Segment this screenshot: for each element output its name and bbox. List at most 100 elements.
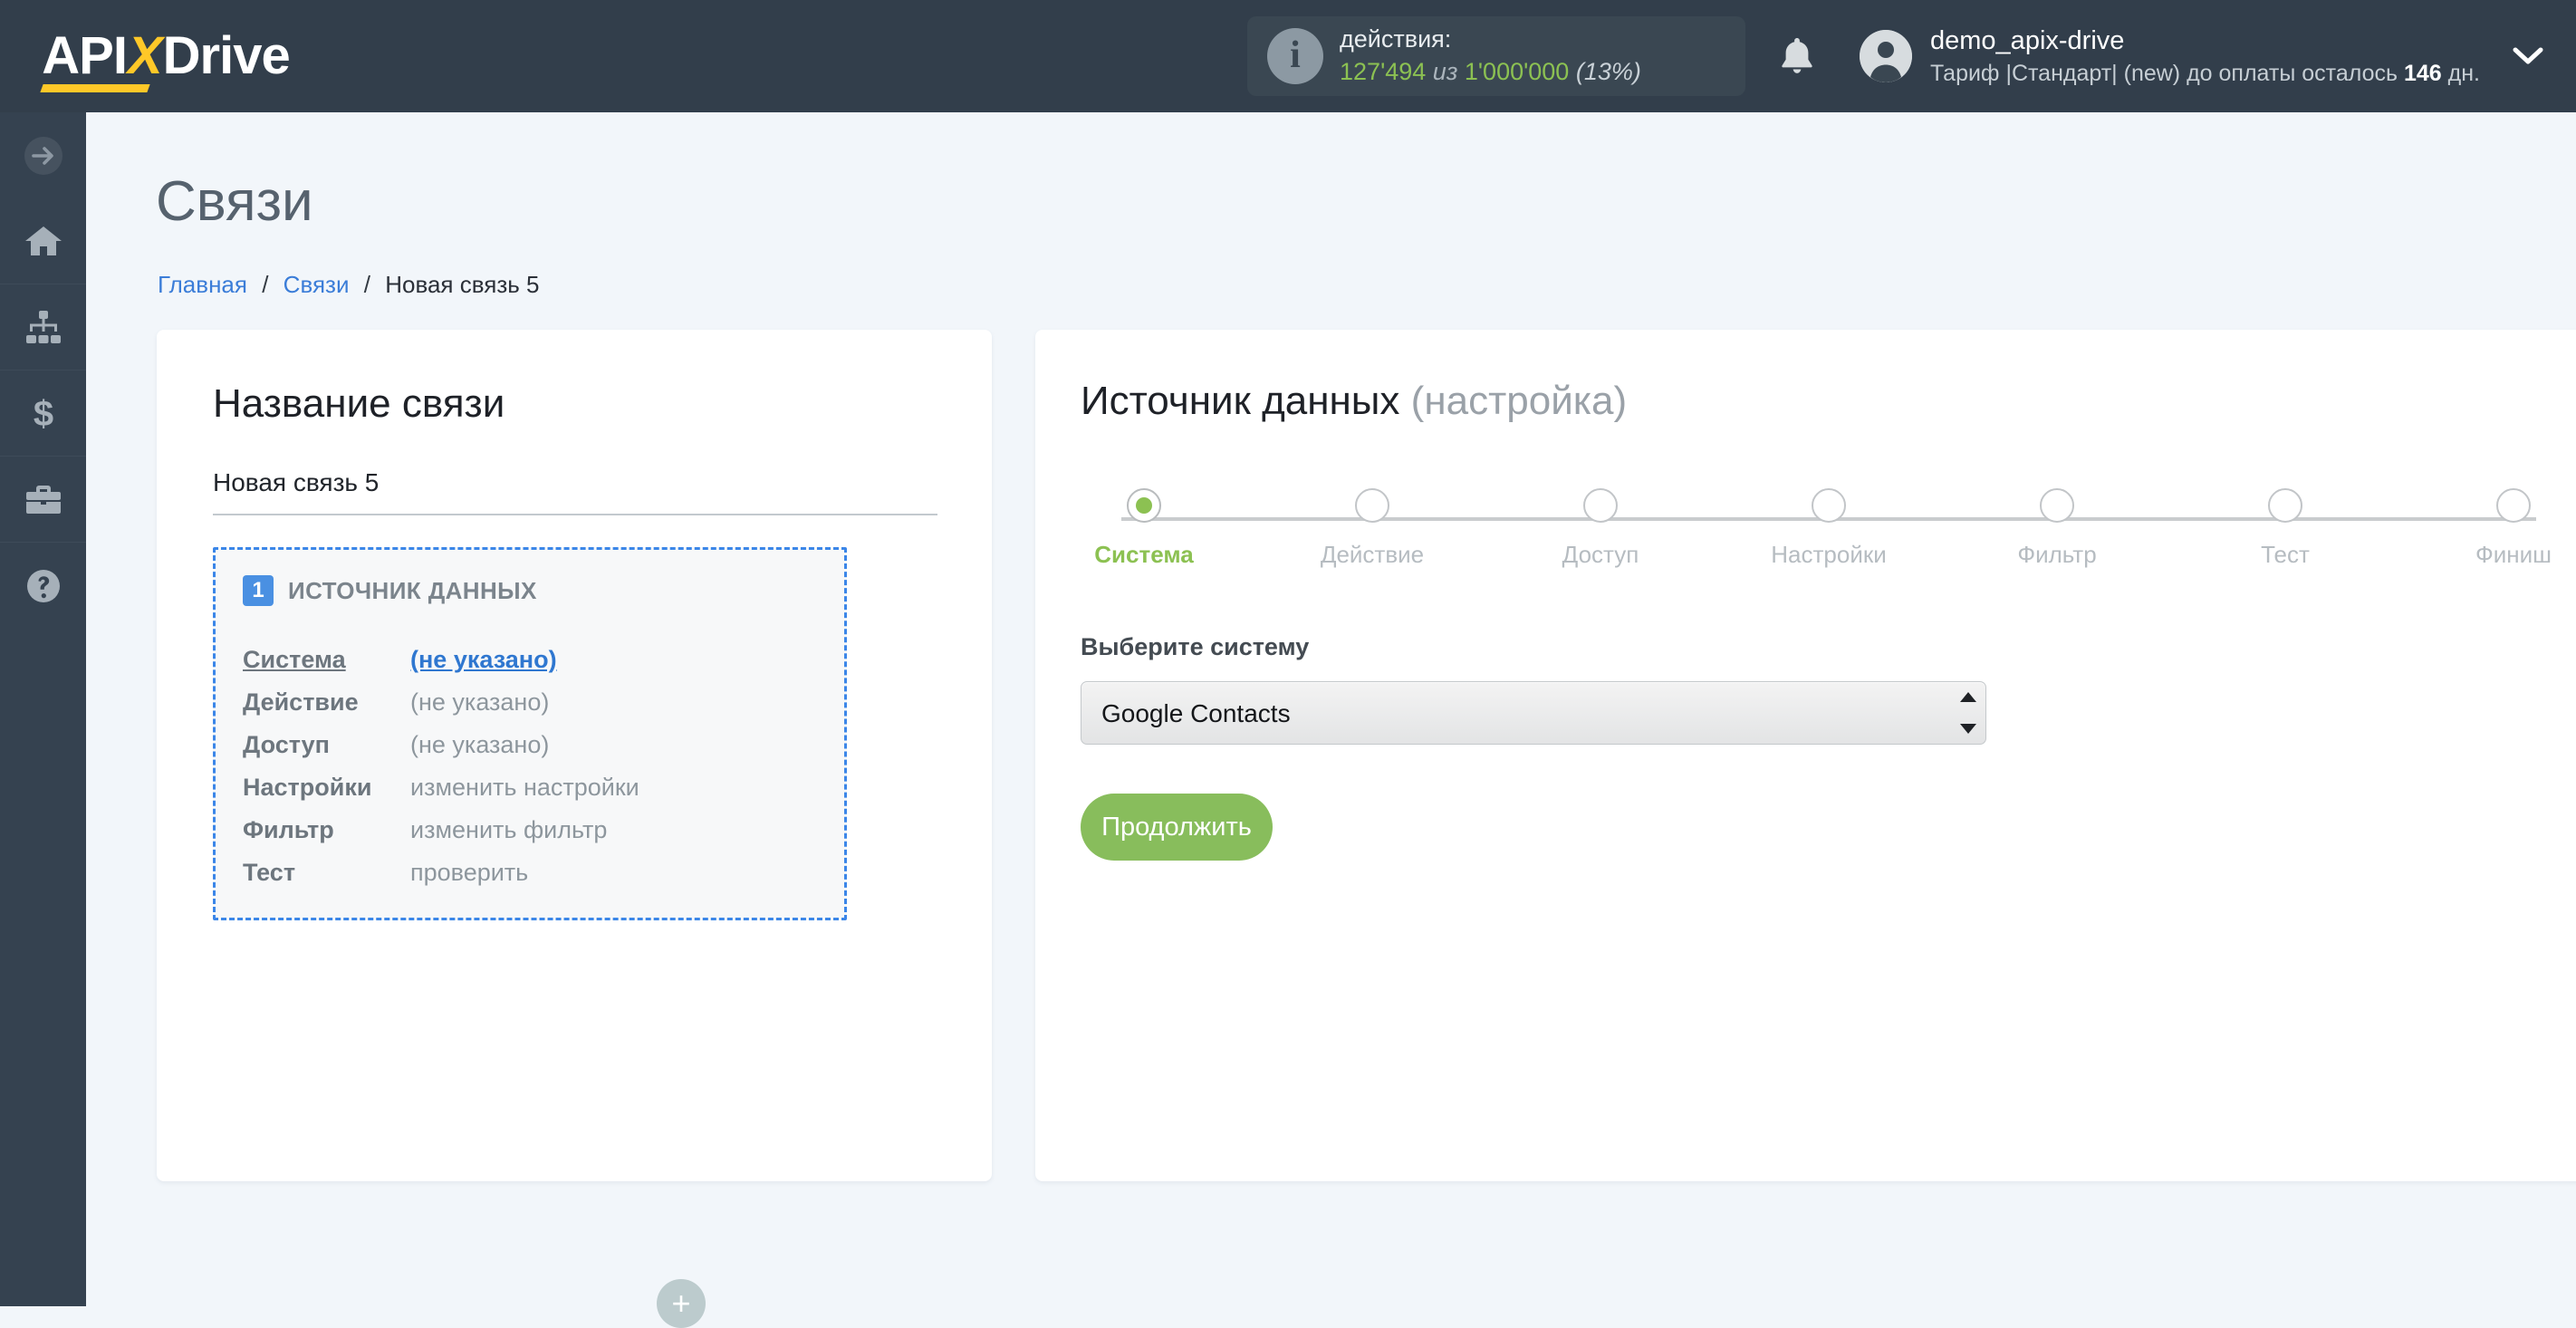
logo-underline [40,84,150,92]
sidebar-item-help[interactable] [0,543,86,629]
source-row-value[interactable]: (не указано) [410,688,549,717]
user-plan: Тариф |Стандарт| (new) до оплаты осталос… [1930,59,2480,89]
step-label: Система [1094,541,1194,568]
user-plan-suffix: дн. [2441,60,2480,86]
step-dot [1355,488,1389,523]
continue-button[interactable]: Продолжить [1081,794,1273,861]
step-label: Действие [1320,541,1425,568]
source-row-key: Доступ [243,731,330,758]
step-label: Фильтр [2017,541,2097,568]
source-row-test: Тест проверить [243,859,639,901]
source-row-key: Тест [243,859,296,886]
sidebar-item-expand-menu[interactable] [0,112,86,198]
logo-text-api: API [42,26,128,85]
step-system[interactable]: Система [1072,488,1216,569]
logo[interactable]: APIXDrive [0,0,332,112]
counter-separator: из [1432,58,1458,85]
step-settings[interactable]: Настройки [1756,488,1901,569]
step-dot [2268,488,2302,523]
avatar [1860,30,1913,82]
step-dot [2496,488,2531,523]
home-icon [24,226,62,255]
counter-label: действия: [1340,25,1452,53]
source-row-value[interactable]: (не указано) [410,646,557,674]
main-content: Связи Главная / Связи / Новая связь 5 На… [86,112,2576,1328]
sidebar-item-connections[interactable] [0,284,86,370]
data-source-heading: 1 ИСТОЧНИК ДАННЫХ [243,575,537,606]
arrow-right-circle-icon [24,136,62,175]
counter-percent: (13%) [1575,58,1641,85]
data-source-block[interactable]: 1 ИСТОЧНИК ДАННЫХ Система (не указано) Д… [213,547,847,920]
source-row-system: Система (не указано) [243,646,639,688]
panel-title: Источник данных (настройка) [1081,379,1627,424]
source-row-key[interactable]: Система [243,646,410,674]
step-access[interactable]: Доступ [1528,488,1673,569]
source-row-settings: Настройки изменить настройки [243,774,639,816]
panel-title-muted: (настройка) [1410,379,1628,423]
source-row-action: Действие (не указано) [243,688,639,731]
breadcrumb-item-connections[interactable]: Связи [284,271,350,298]
source-row-value[interactable]: (не указано) [410,731,549,759]
breadcrumb-item-home[interactable]: Главная [158,271,247,298]
step-dot [1812,488,1846,523]
sidebar-item-billing[interactable]: $ [0,370,86,457]
source-row-key: Фильтр [243,816,334,843]
data-source-rows: Система (не указано) Действие (не указан… [243,646,639,901]
breadcrumb-separator-2: / [363,271,370,298]
counter-total: 1'000'000 [1464,58,1570,85]
page-title: Связи [156,170,313,233]
sitemap-icon [25,311,61,343]
chevron-down-icon[interactable] [2513,46,2543,66]
step-test[interactable]: Тест [2213,488,2358,569]
bell-icon[interactable] [1773,32,1821,81]
breadcrumb: Главная / Связи / Новая связь 5 [158,271,539,299]
actions-counter[interactable]: i действия: 127'494 из 1'000'000 (13%) [1247,16,1746,96]
source-row-filter: Фильтр изменить фильтр [243,816,639,859]
system-select[interactable]: Google Contacts [1081,681,1986,745]
briefcase-icon [25,486,61,514]
question-circle-icon [26,569,60,602]
info-icon: i [1267,28,1324,84]
step-dot [1127,488,1161,523]
source-row-key: Действие [243,688,359,716]
user-name: demo_apix-drive [1930,25,2125,55]
source-row-access: Доступ (не указано) [243,731,639,774]
connection-name-title: Название связи [213,381,505,426]
breadcrumb-item-current: Новая связь 5 [385,271,540,298]
svg-text:$: $ [33,394,53,433]
logo-text-drive: Drive [162,26,291,85]
source-row-key: Настройки [243,774,372,801]
step-action[interactable]: Действие [1300,488,1445,569]
dollar-icon: $ [33,394,53,433]
user-plan-prefix: Тариф |Стандарт| (new) до оплаты осталос… [1930,60,2404,86]
breadcrumb-separator-1: / [262,271,269,298]
data-source-label: ИСТОЧНИК ДАННЫХ [288,576,537,604]
data-source-setup-panel: Источник данных (настройка) Система Дейс… [1035,330,2576,1181]
panel-title-main: Источник данных [1081,379,1400,423]
counter-used: 127'494 [1340,58,1427,85]
user-plan-days: 146 [2403,60,2442,86]
step-finish[interactable]: Финиш [2441,488,2576,569]
step-dot [2040,488,2074,523]
step-filter[interactable]: Фильтр [1985,488,2129,569]
source-row-value[interactable]: проверить [410,859,528,887]
sidebar-item-business[interactable] [0,457,86,543]
logo-text-x: X [127,26,163,85]
user-menu[interactable]: demo_apix-drive Тариф |Стандарт| (new) д… [1860,0,2576,112]
stepper: Система Действие Доступ Настройки Фильтр [1072,488,2576,588]
select-system-label: Выберите систему [1081,633,1310,660]
step-label: Настройки [1771,541,1887,568]
sidebar-item-home[interactable] [0,198,86,284]
step-label: Финиш [2475,541,2552,568]
connection-card: Название связи 1 ИСТОЧНИК ДАННЫХ Система… [157,330,992,1328]
source-row-value[interactable]: изменить настройки [410,774,639,802]
step-badge: 1 [243,575,274,606]
connection-name-input[interactable] [213,461,937,515]
add-block-button[interactable]: + [657,1279,706,1328]
sidebar: $ [0,112,86,1306]
source-row-value[interactable]: изменить фильтр [410,816,607,844]
step-label: Тест [2261,541,2310,568]
top-header: APIXDrive i действия: 127'494 из 1'000'0… [0,0,2576,112]
step-label: Доступ [1562,541,1639,568]
step-dot [1583,488,1618,523]
